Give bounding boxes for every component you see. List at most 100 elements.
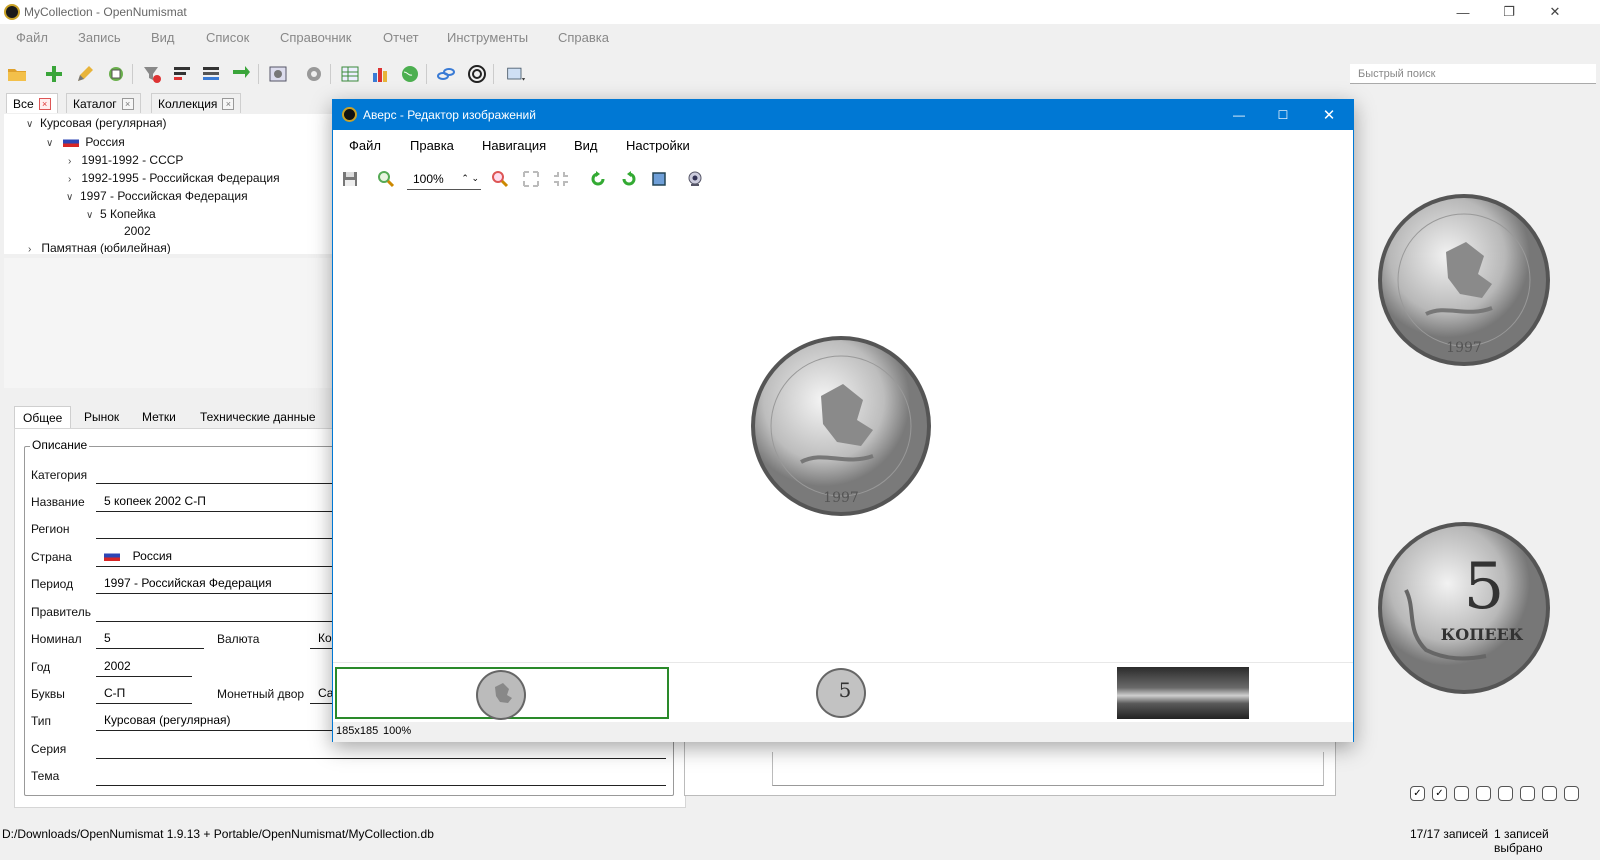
menu-view[interactable]: Вид xyxy=(574,138,598,153)
tree-item-root[interactable]: ∨ Курсовая (регулярная) xyxy=(26,116,167,130)
close-button[interactable]: ✕ xyxy=(1532,0,1578,24)
table-icon[interactable] xyxy=(338,62,362,86)
fit-window-icon[interactable] xyxy=(520,168,542,190)
zoom-in-icon[interactable] xyxy=(375,168,397,190)
coin-icon[interactable] xyxy=(465,62,489,86)
tree-item-period[interactable]: ∨ 1997 - Российская Федерация xyxy=(66,189,248,203)
tab-collection[interactable]: Коллекция × xyxy=(151,93,242,113)
theme-field[interactable] xyxy=(96,764,666,786)
settings-icon[interactable] xyxy=(302,62,326,86)
thumbnail-edge[interactable] xyxy=(1117,667,1249,719)
save-icon[interactable] xyxy=(339,168,361,190)
menu-reference[interactable]: Справочник xyxy=(280,30,352,45)
menu-record[interactable]: Запись xyxy=(78,30,121,45)
maximize-button[interactable]: ☐ xyxy=(1263,104,1303,126)
close-button[interactable]: ✕ xyxy=(1309,104,1349,126)
chevron-down-icon[interactable]: ∨ xyxy=(86,210,93,221)
checkbox[interactable] xyxy=(1476,786,1491,801)
checkbox[interactable] xyxy=(1454,786,1469,801)
name-field[interactable]: 5 копеек 2002 С-П xyxy=(96,490,336,512)
menu-view[interactable]: Вид xyxy=(151,30,175,45)
chevron-down-icon[interactable]: ∨ xyxy=(66,192,73,203)
category-field[interactable] xyxy=(96,462,336,484)
tab-catalog[interactable]: Каталог × xyxy=(66,93,141,113)
transfer-icon[interactable] xyxy=(229,62,253,86)
tree-item-year[interactable]: 2002 xyxy=(124,224,151,238)
tree-item-value[interactable]: ∨ 5 Копейка xyxy=(86,207,156,221)
close-tab-icon[interactable]: × xyxy=(222,97,235,110)
menu-list[interactable]: Список xyxy=(206,30,249,45)
menu-help[interactable]: Справка xyxy=(558,30,609,45)
tree-item-commemorative[interactable]: › Памятная (юбилейная) xyxy=(28,241,171,254)
type-field[interactable]: Курсовая (регулярная) xyxy=(96,709,336,731)
menu-navigation[interactable]: Навигация xyxy=(482,138,546,153)
checkbox[interactable] xyxy=(1542,786,1557,801)
tab-general[interactable]: Общее xyxy=(14,406,72,428)
period-field[interactable]: 1997 - Российская Федерация xyxy=(96,572,336,594)
tab-market[interactable]: Рынок xyxy=(76,406,127,428)
restore-button[interactable]: ❐ xyxy=(1486,0,1532,24)
copy-icon[interactable] xyxy=(104,62,128,86)
chevron-right-icon[interactable]: › xyxy=(68,156,71,167)
chart-icon[interactable] xyxy=(368,62,392,86)
reverse-image[interactable]: 5 КОПЕЕК xyxy=(1376,520,1552,696)
checkbox[interactable]: ✓ xyxy=(1410,786,1425,801)
thumbnail-obverse[interactable] xyxy=(335,667,669,720)
minimize-button[interactable]: — xyxy=(1440,0,1486,24)
notes-field[interactable] xyxy=(772,752,1324,786)
rotate-right-icon[interactable] xyxy=(618,168,640,190)
checkbox[interactable] xyxy=(1520,786,1535,801)
menu-edit[interactable]: Правка xyxy=(410,138,454,153)
chevron-down-icon[interactable]: ∨ xyxy=(26,119,33,130)
rotate-left-icon[interactable] xyxy=(587,168,609,190)
region-field[interactable] xyxy=(96,517,336,539)
tab-technical[interactable]: Технические данные xyxy=(192,406,324,428)
tree-view[interactable]: ∨ Курсовая (регулярная) ∨ Россия › 1991-… xyxy=(4,114,338,254)
nominal-field[interactable]: 5 xyxy=(96,627,204,649)
edit-icon[interactable] xyxy=(73,62,97,86)
menu-report[interactable]: Отчет xyxy=(383,30,419,45)
catalog-icon[interactable] xyxy=(266,62,290,86)
tab-all[interactable]: Все × xyxy=(6,93,58,113)
menu-settings[interactable]: Настройки xyxy=(626,138,690,153)
letters-field[interactable]: С-П xyxy=(96,682,192,704)
list-icon[interactable] xyxy=(199,62,223,86)
menu-tools[interactable]: Инструменты xyxy=(447,30,528,45)
filter-icon[interactable] xyxy=(140,62,164,86)
checkbox[interactable] xyxy=(1498,786,1513,801)
add-icon[interactable] xyxy=(42,62,66,86)
obverse-image[interactable]: 1997 xyxy=(1376,192,1552,368)
open-folder-icon[interactable] xyxy=(5,62,29,86)
tab-tags[interactable]: Метки xyxy=(134,406,184,428)
checkbox[interactable] xyxy=(1564,786,1579,801)
tree-item-period[interactable]: › 1991-1992 - СССР xyxy=(68,153,183,167)
crop-icon[interactable] xyxy=(648,168,670,190)
minimize-button[interactable]: — xyxy=(1219,104,1259,126)
chevron-down-icon[interactable]: ∨ xyxy=(46,138,53,149)
actual-size-icon[interactable] xyxy=(550,168,572,190)
tree-item-country[interactable]: ∨ Россия xyxy=(46,135,125,149)
globe-icon[interactable] xyxy=(398,62,422,86)
thumbnail-reverse[interactable]: 5 xyxy=(815,667,869,719)
close-tab-icon[interactable]: × xyxy=(38,97,51,110)
theme-label: Тема xyxy=(31,769,60,783)
selected-count: 1 записей выбрано xyxy=(1494,827,1549,855)
checkbox[interactable]: ✓ xyxy=(1432,786,1447,801)
zoom-input[interactable]: 100% ⌃ ⌄ xyxy=(407,168,481,190)
zoom-out-icon[interactable] xyxy=(489,168,511,190)
menu-file[interactable]: Файл xyxy=(349,138,381,153)
ruler-field[interactable] xyxy=(96,600,336,622)
sort-icon[interactable] xyxy=(170,62,194,86)
country-field[interactable]: Россия xyxy=(96,545,336,567)
quick-search-input[interactable]: Быстрый поиск xyxy=(1350,64,1596,84)
camera-icon[interactable] xyxy=(684,168,706,190)
period-label: Период xyxy=(31,577,74,591)
tree-item-period[interactable]: › 1992-1995 - Российская Федерация xyxy=(68,171,280,185)
image-canvas[interactable]: 1997 xyxy=(333,196,1353,658)
close-tab-icon[interactable]: × xyxy=(121,97,134,110)
link-icon[interactable] xyxy=(434,62,458,86)
chevron-right-icon[interactable]: › xyxy=(68,174,71,185)
view-mode-icon[interactable] xyxy=(502,62,530,86)
year-field[interactable]: 2002 xyxy=(96,655,192,677)
menu-file[interactable]: Файл xyxy=(16,30,48,45)
